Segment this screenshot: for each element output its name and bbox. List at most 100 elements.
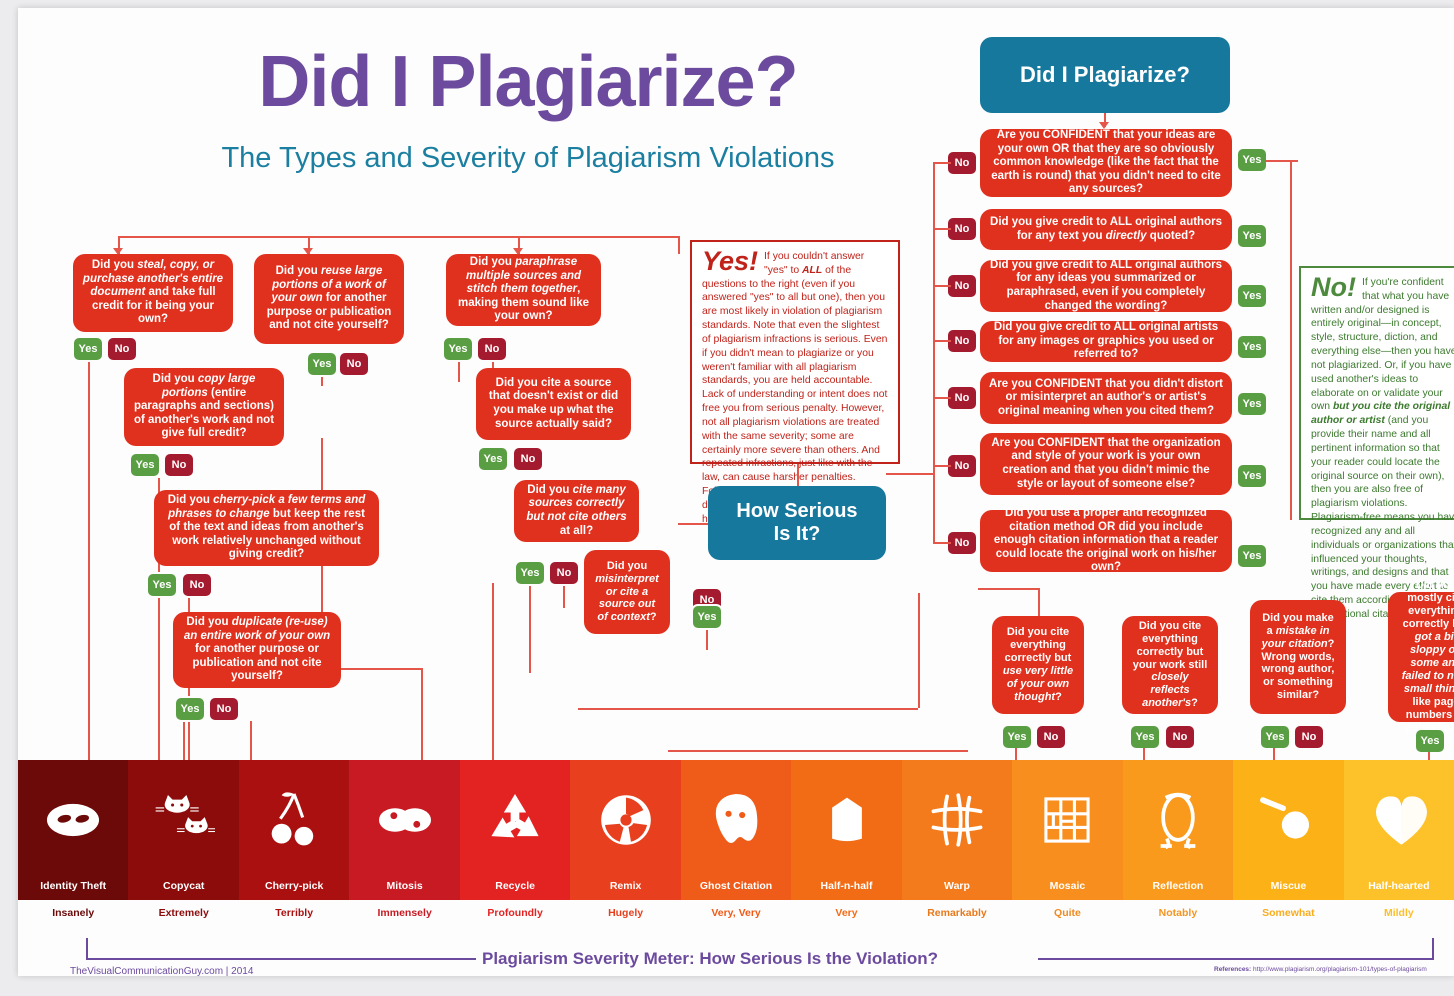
answer-yes-citenonexistent[interactable]: Yes [479,448,507,470]
severity-segment-identity-theft[interactable]: Identity Theft [18,760,129,900]
question-box-credit-direct-quotes[interactable]: Did you give credit to ALL original auth… [980,209,1232,250]
answer-no-artists[interactable]: No [948,330,976,352]
answer-no-citemany[interactable]: No [550,562,578,584]
banner-how-serious-line2: Is It? [773,523,821,545]
answer-yes-steal[interactable]: Yes [74,338,102,360]
answer-yes-duplicate[interactable]: Yes [176,698,204,720]
answer-no-citation-method[interactable]: No [948,532,976,554]
answer-yes-reflects-another[interactable]: Yes [1131,726,1159,748]
answer-no-steal[interactable]: No [108,338,136,360]
question-box-paraphrase-multiple-sources[interactable]: Did you paraphrase multiple sources and … [446,254,601,326]
question-box-cite-nonexistent-source[interactable]: Did you cite a source that doesn't exist… [476,368,631,440]
answer-yes-distortion[interactable]: Yes [1238,393,1266,415]
answer-no-confident-ideas[interactable]: No [948,152,976,174]
question-box-misinterpret-out-of-context[interactable]: Did you misinterpret or cite a source ou… [584,550,670,634]
question-box-cite-many-not-others[interactable]: Did you cite many sources correctly but … [514,480,639,542]
question-text: Did you reuse large portions of a work o… [266,265,392,332]
severity-segment-half-hearted[interactable]: Half-hearted [1343,760,1454,900]
answer-no-reuse[interactable]: No [340,353,368,375]
answer-yes-direct-quotes[interactable]: Yes [1238,225,1266,247]
question-box-duplicate-reuse-own-work[interactable]: Did you duplicate (re-use) an entire wor… [173,612,341,688]
answer-yes-misinterpret[interactable]: Yes [693,606,721,628]
severity-segment-remix[interactable]: Remix [570,760,681,900]
question-box-proper-citation-method[interactable]: Did you use a proper and recognized cita… [980,507,1232,573]
answer-yes-summarized[interactable]: Yes [1238,285,1266,307]
answer-no-distortion[interactable]: No [948,387,976,409]
question-box-copy-large-portions[interactable]: Did you copy large portions (entire para… [124,368,284,446]
question-box-confident-no-distortion[interactable]: Are you CONFIDENT that you didn't distor… [980,372,1232,424]
answer-no-paraphrase[interactable]: No [478,338,506,360]
severity-adverb-somewhat: Somewhat [1262,907,1315,919]
answer-no-copylarge[interactable]: No [165,454,193,476]
answer-yes-reuse[interactable]: Yes [308,353,336,375]
question-box-reuse-large-portions[interactable]: Did you reuse large portions of a work o… [254,254,404,344]
severity-adverb-immensely: Immensely [377,907,432,919]
answer-yes-mostly-sloppy[interactable]: Yes [1416,730,1444,752]
severity-segment-miscue[interactable]: Miscue [1233,760,1344,900]
connector [88,356,90,760]
connector [933,228,951,230]
severity-meter: Identity Theft Copycat Cherry-pick Mitosis R… [18,760,1454,900]
mosaic-icon [1012,760,1122,880]
answer-yes-cherrypick[interactable]: Yes [148,574,176,596]
question-box-cherry-pick-terms[interactable]: Did you cherry-pick a few terms and phra… [154,490,379,566]
answer-yes-mistake-citation[interactable]: Yes [1261,726,1289,748]
answer-no-mistake-citation[interactable]: No [1295,726,1323,748]
severity-segment-copycat[interactable]: Copycat [128,760,239,900]
ghost-icon [681,760,791,880]
answer-no-organization[interactable]: No [948,455,976,477]
severity-adverb-remarkably: Remarkably [927,907,987,919]
answer-yes-artists[interactable]: Yes [1238,336,1266,358]
answer-yes-paraphrase[interactable]: Yes [444,338,472,360]
severity-segment-reflection[interactable]: Reflection [1122,760,1234,900]
severity-segment-warp[interactable]: Warp [901,760,1013,900]
severity-segment-cherry-pick[interactable]: Cherry-pick [238,760,350,900]
page-subtitle: The Types and Severity of Plagiarism Vio… [221,142,835,174]
answer-yes-confident-ideas[interactable]: Yes [1238,149,1266,171]
connector [1266,160,1298,162]
connector [678,236,680,254]
answer-no-duplicate[interactable]: No [210,698,238,720]
severity-adverb-row: Insanely Extremely Terribly Immensely Profou… [18,900,1454,934]
severity-segment-recycle[interactable]: Recycle [459,760,571,900]
question-box-credit-artists-images[interactable]: Did you give credit to ALL original arti… [980,321,1232,362]
footer-credit: TheVisualCommunicationGuy.com | 2014 [70,966,254,976]
severity-segment-label: Copycat [162,880,205,892]
footer-title: Plagiarism Severity Meter: How Serious I… [482,949,938,968]
question-box-mistake-in-citation[interactable]: Did you make a mistake in your citation?… [1250,600,1346,714]
question-box-confident-own-ideas[interactable]: Are you CONFIDENT that your ideas are yo… [980,129,1232,197]
footer-references-url: http://www.plagiarism.org/plagiarism-101… [1253,966,1427,973]
question-box-credit-summarized-ideas[interactable]: Did you give credit to ALL original auth… [980,259,1232,312]
page-title: Did I Plagiarize? [258,42,798,122]
cats-icon [128,760,238,880]
severity-segment-mosaic[interactable]: Mosaic [1012,760,1123,900]
answer-no-reflects-another[interactable]: No [1166,726,1194,748]
answer-yes-copylarge[interactable]: Yes [131,454,159,476]
connector [678,523,708,525]
severity-segment-label: Cherry-pick [264,880,324,892]
question-box-cite-correctly-little-own-thought[interactable]: Did you cite everything correctly but us… [992,616,1084,714]
severity-segment-label: Ghost Citation [699,880,773,892]
answer-no-direct-quotes[interactable]: No [948,218,976,240]
answer-no-summarized[interactable]: No [948,275,976,297]
question-text: Did you paraphrase multiple sources and … [458,256,589,323]
severity-adverb-hugely: Hugely [608,907,644,919]
panel-no-body: If you're confident that what you have w… [1311,277,1454,620]
question-text: Did you duplicate (re-use) an entire wor… [183,616,331,683]
answer-no-little-own-thought[interactable]: No [1037,726,1065,748]
question-box-confident-own-organization[interactable]: Are you CONFIDENT that the organization … [980,433,1232,495]
answer-yes-citemany[interactable]: Yes [516,562,544,584]
severity-segment-ghost-citation[interactable]: Ghost Citation [680,760,792,900]
answer-yes-organization[interactable]: Yes [1238,465,1266,487]
question-box-cite-correctly-reflects-another[interactable]: Did you cite everything correctly but yo… [1122,616,1218,714]
answer-yes-little-own-thought[interactable]: Yes [1003,726,1031,748]
severity-segment-half-n-half[interactable]: Half-n-half [791,760,902,900]
severity-segment-mitosis[interactable]: Mitosis [349,760,460,900]
answer-no-cherrypick[interactable]: No [183,574,211,596]
question-box-mostly-cite-sloppy[interactable]: Did you mostly cite everything correctly… [1388,579,1454,734]
question-box-steal-copy-purchase[interactable]: Did you steal, copy, or purchase another… [73,254,233,332]
connector [933,162,951,164]
answer-yes-citation-method[interactable]: Yes [1238,545,1266,567]
connector [1015,748,1017,760]
answer-no-citenonexistent[interactable]: No [514,448,542,470]
